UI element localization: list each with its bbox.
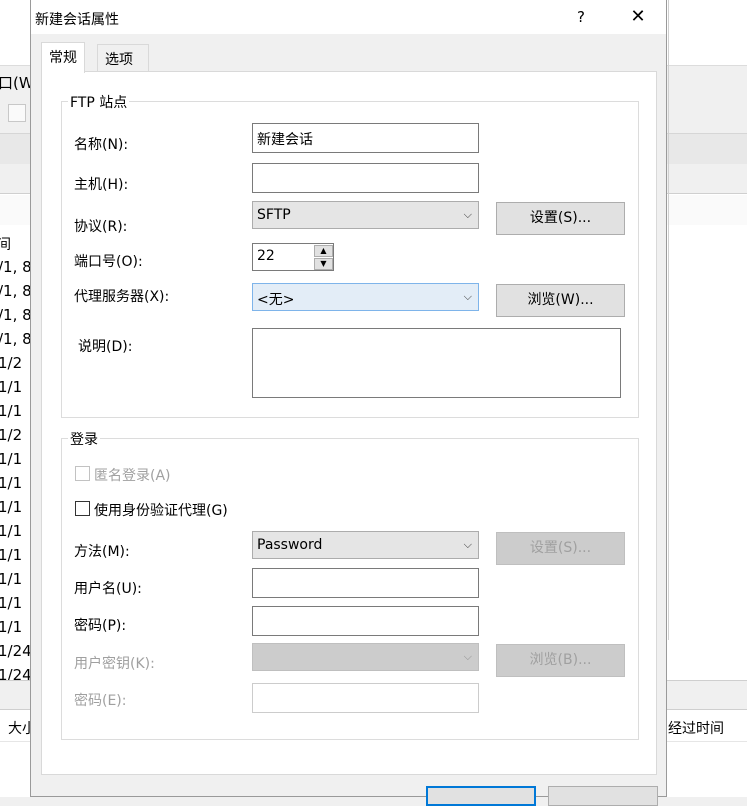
user-key-label: 用户密钥(K): xyxy=(74,656,155,672)
background-list-row[interactable]: 1/1 xyxy=(0,618,22,636)
host-input[interactable] xyxy=(252,163,479,193)
help-button[interactable]: ? xyxy=(561,0,601,34)
user-key-browse-button[interactable]: 浏览(B)... xyxy=(496,644,625,677)
dialog-titlebar[interactable]: 新建会话属性 ? ✕ xyxy=(31,0,666,34)
chevron-down-icon: ⌵ xyxy=(463,290,472,303)
password-input[interactable] xyxy=(252,606,479,636)
protocol-label: 协议(R): xyxy=(74,219,128,235)
chevron-down-icon: ⌵ xyxy=(463,208,472,221)
protocol-value: SFTP xyxy=(257,207,291,223)
background-list-row[interactable]: /1, 8 xyxy=(0,258,32,276)
chevron-down-icon: ⌵ xyxy=(463,538,472,551)
cancel-button[interactable] xyxy=(548,786,658,806)
proxy-select[interactable]: <无> ⌵ xyxy=(252,283,479,311)
port-label: 端口号(O): xyxy=(74,254,143,270)
protocol-select[interactable]: SFTP ⌵ xyxy=(252,201,479,229)
background-list-row[interactable]: 1/1 xyxy=(0,522,22,540)
dialog-title: 新建会话属性 xyxy=(35,12,119,28)
description-textarea[interactable] xyxy=(252,328,621,398)
background-list-row[interactable]: /1, 8 xyxy=(0,306,32,324)
session-properties-dialog: 新建会话属性 ? ✕ 常规 选项 FTP 站点 名称(N): 新建会话 主机(H… xyxy=(30,0,667,806)
background-list-row[interactable]: /1, 8 xyxy=(0,330,32,348)
username-label: 用户名(U): xyxy=(74,581,142,597)
anonymous-login-checkbox[interactable] xyxy=(75,466,90,481)
background-column-elapsed[interactable]: 经过时间 xyxy=(668,718,724,738)
background-list-row[interactable]: 1/2 xyxy=(0,354,22,372)
port-value: 22 xyxy=(257,248,275,264)
proxy-browse-button[interactable]: 浏览(W)... xyxy=(496,284,625,317)
spin-up-icon[interactable]: ▲ xyxy=(314,245,333,257)
background-list-row[interactable]: 1/1 xyxy=(0,570,22,588)
tab-options[interactable]: 选项 xyxy=(97,44,149,72)
tab-general[interactable]: 常规 xyxy=(41,42,85,73)
password-label: 密码(P): xyxy=(74,618,127,634)
tab-page-general: FTP 站点 名称(N): 新建会话 主机(H): 协议(R): SFTP ⌵ … xyxy=(41,71,657,775)
passphrase-label: 密码(E): xyxy=(74,693,127,709)
anonymous-login-label: 匿名登录(A) xyxy=(94,468,171,484)
login-legend: 登录 xyxy=(68,429,100,449)
proxy-value: <无> xyxy=(257,292,295,308)
passphrase-input[interactable] xyxy=(252,683,479,713)
auth-agent-label: 使用身份验证代理(G) xyxy=(94,503,228,519)
name-input[interactable]: 新建会话 xyxy=(252,123,479,153)
background-list-row[interactable]: 1/1 xyxy=(0,402,22,420)
background-divider xyxy=(668,0,669,640)
name-label: 名称(N): xyxy=(74,137,129,153)
protocol-settings-button[interactable]: 设置(S)... xyxy=(496,202,625,235)
host-label: 主机(H): xyxy=(74,177,129,193)
background-list-row[interactable]: 1/1 xyxy=(0,498,22,516)
background-list-row[interactable]: 1/1 xyxy=(0,594,22,612)
background-toolbar-icon[interactable] xyxy=(8,104,26,122)
username-input[interactable] xyxy=(252,568,479,598)
close-button[interactable]: ✕ xyxy=(616,0,660,34)
chevron-down-icon: ⌵ xyxy=(463,650,472,663)
method-select[interactable]: Password ⌵ xyxy=(252,531,479,559)
background-list-header[interactable]: 间 xyxy=(0,234,11,254)
method-settings-button[interactable]: 设置(S)... xyxy=(496,532,625,565)
background-list-row[interactable]: 1/24 xyxy=(0,642,32,660)
background-list-row[interactable]: 1/1 xyxy=(0,450,22,468)
auth-agent-checkbox[interactable] xyxy=(75,501,90,516)
spin-down-icon[interactable]: ▼ xyxy=(314,258,333,270)
background-list-row[interactable]: 1/1 xyxy=(0,546,22,564)
proxy-label: 代理服务器(X): xyxy=(74,289,170,305)
method-value: Password xyxy=(257,537,323,553)
background-list-row[interactable]: 1/1 xyxy=(0,378,22,396)
description-label: 说明(D): xyxy=(78,339,133,355)
background-list-row[interactable]: 1/2 xyxy=(0,426,22,444)
method-label: 方法(M): xyxy=(74,544,130,560)
background-list-row[interactable]: /1, 8 xyxy=(0,282,32,300)
background-list-row[interactable]: 1/1 xyxy=(0,474,22,492)
ftp-site-legend: FTP 站点 xyxy=(68,92,130,112)
user-key-select[interactable]: ⌵ xyxy=(252,643,479,671)
ok-button[interactable] xyxy=(426,786,536,806)
port-spinner[interactable]: 22 ▲ ▼ xyxy=(252,243,334,271)
